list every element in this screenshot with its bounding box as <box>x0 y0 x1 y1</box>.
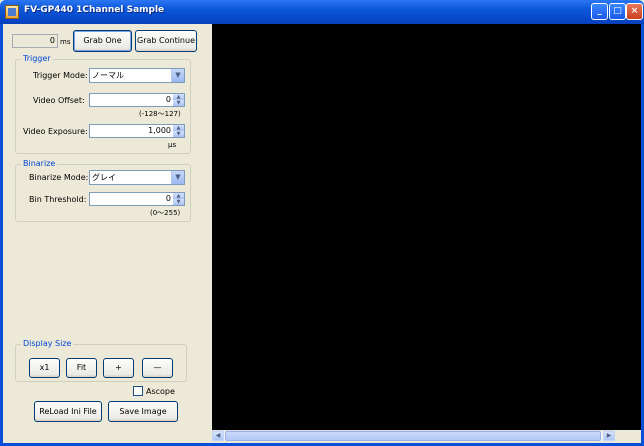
trigger-mode-select[interactable]: ノーマル ▼ <box>89 68 185 83</box>
chevron-down-icon[interactable]: ▼ <box>171 171 184 184</box>
spin-down-icon[interactable]: ▼ <box>173 199 184 205</box>
bin-threshold-label: Bin Threshold: <box>29 195 87 204</box>
scroll-corner <box>615 430 641 441</box>
bin-threshold-value: 0 <box>165 194 171 203</box>
grab-continue-button[interactable]: Grab Continue <box>135 30 197 52</box>
trigger-group: Trigger Trigger Mode: ノーマル ▼ Video Offse… <box>15 54 191 154</box>
save-image-button[interactable]: Save Image <box>108 401 178 422</box>
app-icon <box>5 5 19 19</box>
maximize-button[interactable]: □ <box>609 3 626 20</box>
video-exposure-unit: μs <box>168 141 177 149</box>
trigger-legend: Trigger <box>21 54 53 63</box>
display-size-legend: Display Size <box>21 339 74 348</box>
zoom-out-button[interactable]: — <box>142 358 173 378</box>
window-title: FV-GP440 1Channel Sample <box>24 5 165 15</box>
video-offset-spinner[interactable]: ▲ ▼ <box>173 94 184 106</box>
video-exposure-value: 1,000 <box>148 126 171 135</box>
binarize-legend: Binarize <box>21 159 58 168</box>
bin-threshold-spinner[interactable]: ▲ ▼ <box>173 193 184 205</box>
video-offset-range: (-128～127) <box>139 110 181 118</box>
zoom-x1-button[interactable]: x1 <box>29 358 60 378</box>
zoom-in-button[interactable]: + <box>103 358 134 378</box>
scroll-left-icon[interactable]: ◀ <box>212 431 224 441</box>
client-area: 0 ms Grab One Grab Continue Trigger Trig… <box>3 24 641 443</box>
scroll-right-icon[interactable]: ▶ <box>603 431 615 441</box>
binarize-mode-select[interactable]: グレイ ▼ <box>89 170 185 185</box>
horizontal-scrollbar[interactable]: ◀ ▶ <box>212 430 615 441</box>
grab-time-field: 0 <box>12 34 58 48</box>
zoom-fit-button[interactable]: Fit <box>66 358 97 378</box>
scroll-thumb[interactable] <box>225 431 601 441</box>
display-size-group: Display Size x1 Fit + — <box>15 339 187 382</box>
video-exposure-label: Video Exposure: <box>23 127 88 136</box>
spin-down-icon[interactable]: ▼ <box>173 131 184 137</box>
video-offset-input[interactable]: 0 ▲ ▼ <box>89 93 185 107</box>
binarize-mode-label: Binarize Mode: <box>29 173 89 182</box>
grab-one-button[interactable]: Grab One <box>73 30 132 52</box>
video-offset-value: 0 <box>165 95 171 104</box>
video-exposure-spinner[interactable]: ▲ ▼ <box>173 125 184 137</box>
close-button[interactable]: × <box>626 3 643 20</box>
chevron-down-icon[interactable]: ▼ <box>171 69 184 82</box>
trigger-mode-value: ノーマル <box>92 71 124 80</box>
video-exposure-input[interactable]: 1,000 ▲ ▼ <box>89 124 185 138</box>
title-bar[interactable]: FV-GP440 1Channel Sample _ □ × <box>0 0 644 24</box>
trigger-mode-label: Trigger Mode: <box>33 71 88 80</box>
minimize-button[interactable]: _ <box>591 3 608 20</box>
bin-threshold-range: (0～255) <box>150 209 181 217</box>
reload-ini-button[interactable]: ReLoad Ini File <box>34 401 102 422</box>
binarize-group: Binarize Binarize Mode: グレイ ▼ Bin Thresh… <box>15 159 191 222</box>
binarize-mode-value: グレイ <box>92 173 116 182</box>
grab-time-unit: ms <box>60 38 71 46</box>
ascope-label: Ascope <box>146 387 175 396</box>
image-viewer[interactable] <box>212 24 641 430</box>
ascope-checkbox[interactable] <box>133 386 143 396</box>
video-offset-label: Video Offset: <box>33 96 85 105</box>
app-window: FV-GP440 1Channel Sample _ □ × 0 ms Grab… <box>0 0 644 446</box>
spin-down-icon[interactable]: ▼ <box>173 100 184 106</box>
bin-threshold-input[interactable]: 0 ▲ ▼ <box>89 192 185 206</box>
